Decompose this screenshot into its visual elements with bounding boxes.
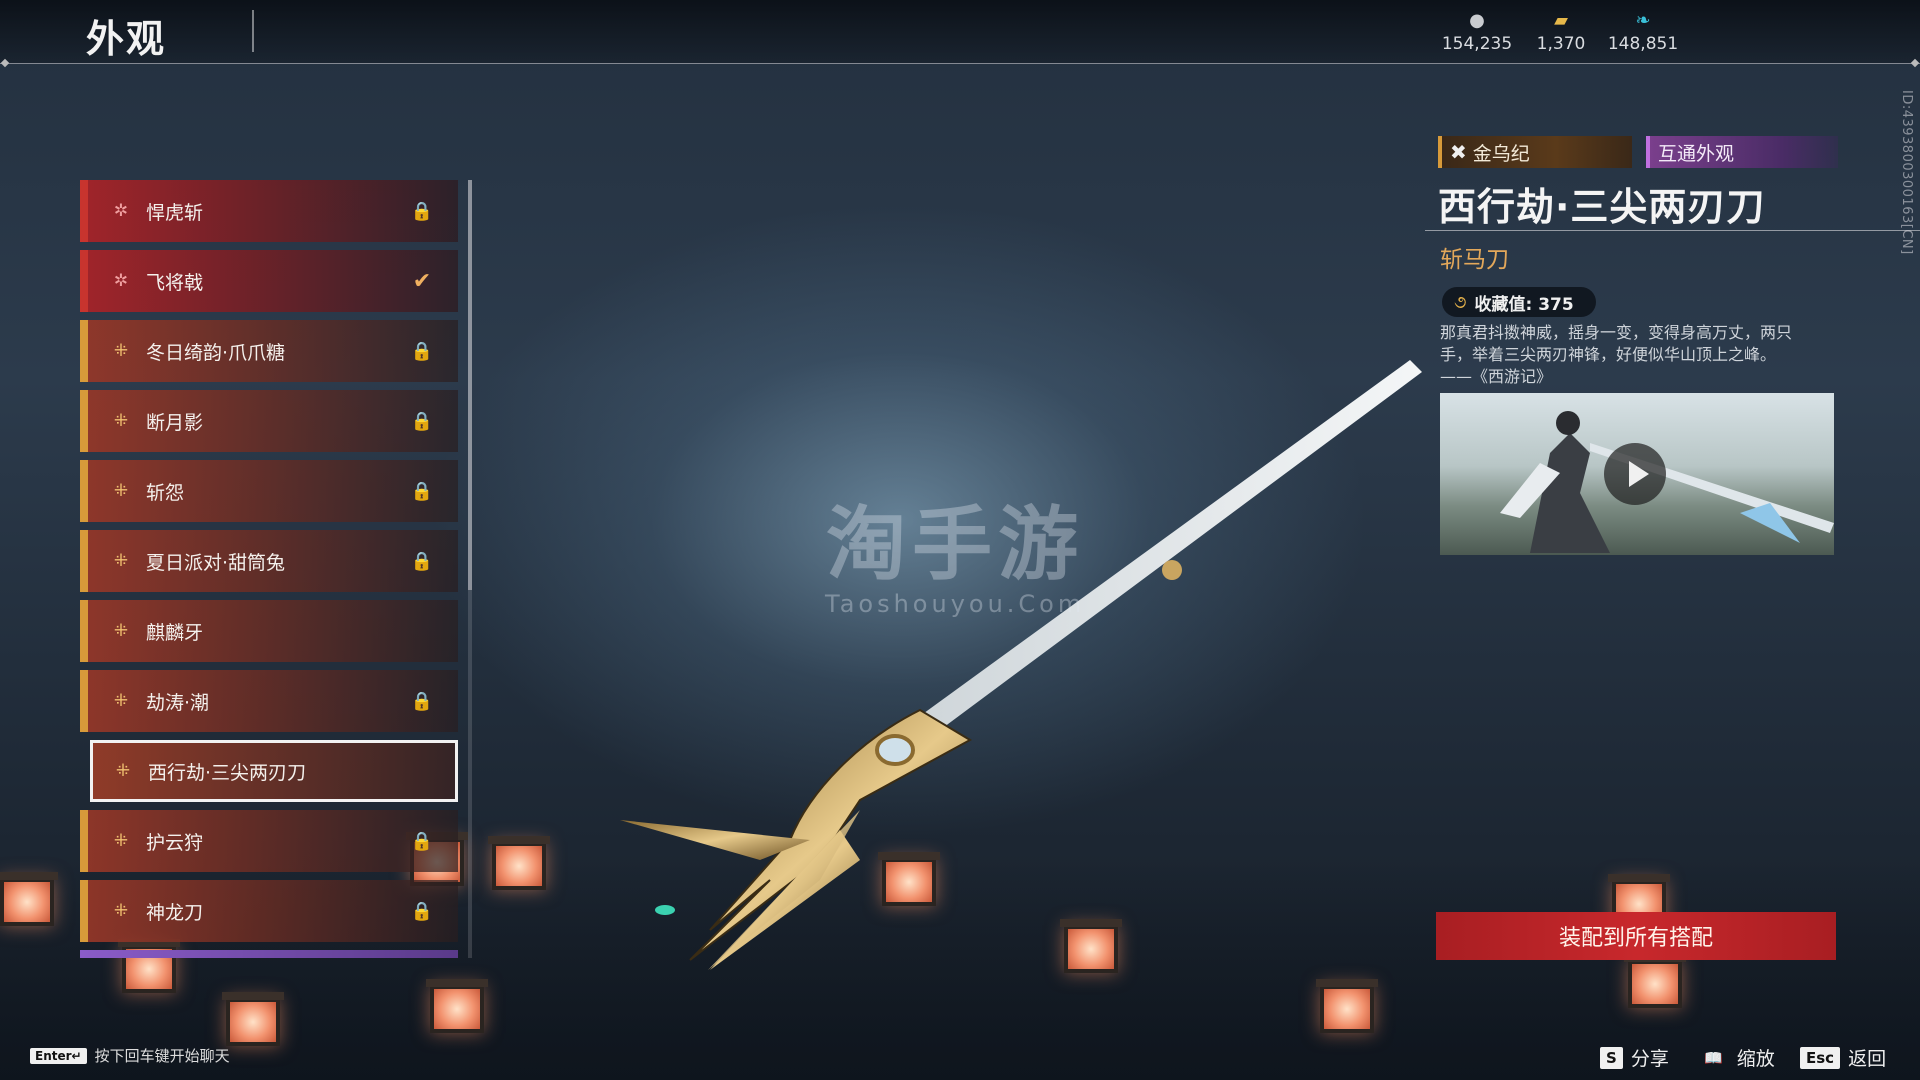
- jade-feather-icon: ❧: [1635, 10, 1651, 31]
- skin-item-label: 西行劫·三尖两刃刀: [148, 761, 307, 784]
- watermark-en: Taoshouyou.Com: [825, 590, 1086, 618]
- book-icon: 📖: [1704, 1048, 1723, 1067]
- shared-appearance-tag: 互通外观: [1646, 136, 1838, 168]
- item-type: 斩马刀: [1440, 247, 1509, 273]
- skin-list-item[interactable]: ✲ 悍虎斩 🔒: [80, 180, 458, 242]
- skin-list-item[interactable]: ⁜ 护云狩 🔒: [80, 810, 458, 872]
- description-line: 那真君抖擞神威，摇身一变，变得身高万丈，两只: [1440, 323, 1793, 342]
- cross-emblem-icon: ⁜: [113, 411, 129, 431]
- skin-item-label: 冬日绮韵·爪爪糖: [146, 341, 286, 364]
- lock-icon: 🔒: [410, 480, 434, 502]
- skin-list: ✲ 悍虎斩 🔒 ✲ 飞将戟 ✔ ⁜ 冬日绮韵·爪爪糖 🔒 ⁜ 断月影 🔒 ⁜ 斩怨 🔒 ⁜ 夏日派对·甜筒兔 🔒 ⁜…: [80, 180, 462, 958]
- next-skin-item-peek[interactable]: [80, 950, 458, 958]
- lock-icon: 🔒: [410, 550, 434, 572]
- lantern: [1624, 954, 1686, 1008]
- weapon-model: [620, 360, 1422, 970]
- back-hint[interactable]: Esc 返回: [1800, 1044, 1886, 1071]
- cross-emblem-icon: ⁜: [113, 621, 129, 641]
- skin-item-label: 斩怨: [146, 481, 185, 504]
- currency-value: 1,370: [1536, 34, 1586, 54]
- lock-icon: 🔒: [410, 690, 434, 712]
- esc-key-icon: Esc: [1800, 1046, 1841, 1069]
- description-line: ——《西游记》: [1440, 367, 1553, 386]
- cross-emblem-icon: ⁜: [113, 341, 129, 361]
- check-icon: ✔: [412, 268, 432, 294]
- back-label: 返回: [1848, 1048, 1887, 1070]
- lock-icon: 🔒: [410, 340, 434, 362]
- lantern: [488, 836, 550, 890]
- lantern: [426, 979, 488, 1033]
- series-tag-label: 金乌纪: [1472, 142, 1530, 165]
- skin-list-item[interactable]: ⁜ 断月影 🔒: [80, 390, 458, 452]
- cross-emblem-icon: ⁜: [113, 831, 129, 851]
- cross-emblem-icon: ⁜: [115, 761, 131, 781]
- title-separator: [252, 10, 254, 52]
- list-scrollbar-thumb[interactable]: [468, 180, 472, 590]
- skin-item-label: 劫涛·潮: [146, 691, 210, 714]
- skin-list-item[interactable]: ⁜ 神龙刀 🔒: [80, 880, 458, 942]
- shared-tag-label: 互通外观: [1658, 142, 1735, 165]
- enter-key-icon: Enter↵: [30, 1047, 87, 1064]
- chat-hint[interactable]: Enter↵ 按下回车键开始聊天: [30, 1045, 230, 1066]
- skin-list-item[interactable]: ⁜ 冬日绮韵·爪爪糖 🔒: [80, 320, 458, 382]
- lock-icon: 🔒: [410, 200, 434, 222]
- skin-list-item[interactable]: ⁜ 劫涛·潮 🔒: [80, 670, 458, 732]
- collection-value-badge: ૭ 收藏值: 375: [1442, 287, 1596, 317]
- lock-icon: 🔒: [410, 900, 434, 922]
- silver-coin-icon: ●: [1469, 10, 1485, 31]
- cross-emblem-icon: ⁜: [113, 481, 129, 501]
- zoom-label: 缩放: [1736, 1048, 1775, 1070]
- skin-item-label: 飞将戟: [146, 271, 204, 294]
- collection-value: 收藏值: 375: [1474, 294, 1574, 315]
- currency-jade: ❧ 148,851: [1600, 10, 1686, 54]
- skin-list-item[interactable]: ⁜ 麒麟牙: [80, 600, 458, 662]
- currency-value: 154,235: [1441, 34, 1513, 54]
- list-scrollbar-track[interactable]: [468, 590, 472, 958]
- collection-icon: ૭: [1454, 291, 1467, 313]
- currency-silver: ● 154,235: [1434, 10, 1520, 54]
- skin-item-label: 麒麟牙: [146, 621, 204, 644]
- currency-gold: ▰ 1,370: [1518, 10, 1604, 54]
- cross-emblem-icon: ⁜: [113, 551, 129, 571]
- watermark: 淘手游 Taoshouyou.Com: [825, 480, 1085, 618]
- top-divider: [0, 63, 1920, 64]
- lantern: [0, 872, 58, 926]
- skin-item-label: 夏日派对·甜筒兔: [146, 551, 286, 574]
- preview-video[interactable]: [1440, 393, 1834, 555]
- star-icon: ✲: [113, 271, 129, 291]
- currency-value: 148,851: [1607, 34, 1679, 54]
- share-label: 分享: [1630, 1048, 1669, 1070]
- watermark-cn: 淘手游: [826, 498, 1085, 591]
- name-divider: [1425, 230, 1920, 231]
- gold-ingot-icon: ▰: [1554, 10, 1568, 31]
- skin-list-item[interactable]: ⁜ 斩怨 🔒: [80, 460, 458, 522]
- series-icon: ✖: [1450, 140, 1467, 164]
- star-icon: ✲: [113, 201, 129, 221]
- description-line: 手，举着三尖两刃神锋，好便似华山顶上之峰。: [1440, 345, 1777, 364]
- item-description: 那真君抖擞神威，摇身一变，变得身高万丈，两只 手，举着三尖两刃神锋，好便似华山顶…: [1440, 322, 1840, 388]
- lock-icon: 🔒: [410, 830, 434, 852]
- zoom-hint[interactable]: 📖 缩放: [1698, 1044, 1775, 1071]
- share-hint[interactable]: S 分享: [1600, 1044, 1669, 1071]
- series-tag: ✖ 金乌纪: [1438, 136, 1632, 168]
- skin-list-item[interactable]: ✲ 飞将戟 ✔: [80, 250, 458, 312]
- skin-item-label: 悍虎斩: [146, 201, 204, 224]
- skin-item-label: 神龙刀: [146, 901, 204, 924]
- skin-item-label: 断月影: [146, 411, 204, 434]
- lantern: [222, 992, 284, 1046]
- cross-emblem-icon: ⁜: [113, 901, 129, 921]
- skin-list-item[interactable]: ⁜ 夏日派对·甜筒兔 🔒: [80, 530, 458, 592]
- skin-item-label: 护云狩: [146, 831, 204, 854]
- skin-list-item[interactable]: ⁜ 西行劫·三尖两刃刀: [90, 740, 458, 802]
- item-name: 西行劫·三尖两刃刀: [1438, 185, 1766, 229]
- cross-emblem-icon: ⁜: [113, 691, 129, 711]
- lock-icon: 🔒: [410, 410, 434, 432]
- share-key-icon: S: [1600, 1046, 1623, 1069]
- equip-all-button[interactable]: 装配到所有搭配: [1436, 912, 1836, 960]
- page-title: 外观: [86, 17, 167, 61]
- play-icon[interactable]: [1604, 443, 1666, 505]
- chat-hint-label: 按下回车键开始聊天: [94, 1047, 230, 1065]
